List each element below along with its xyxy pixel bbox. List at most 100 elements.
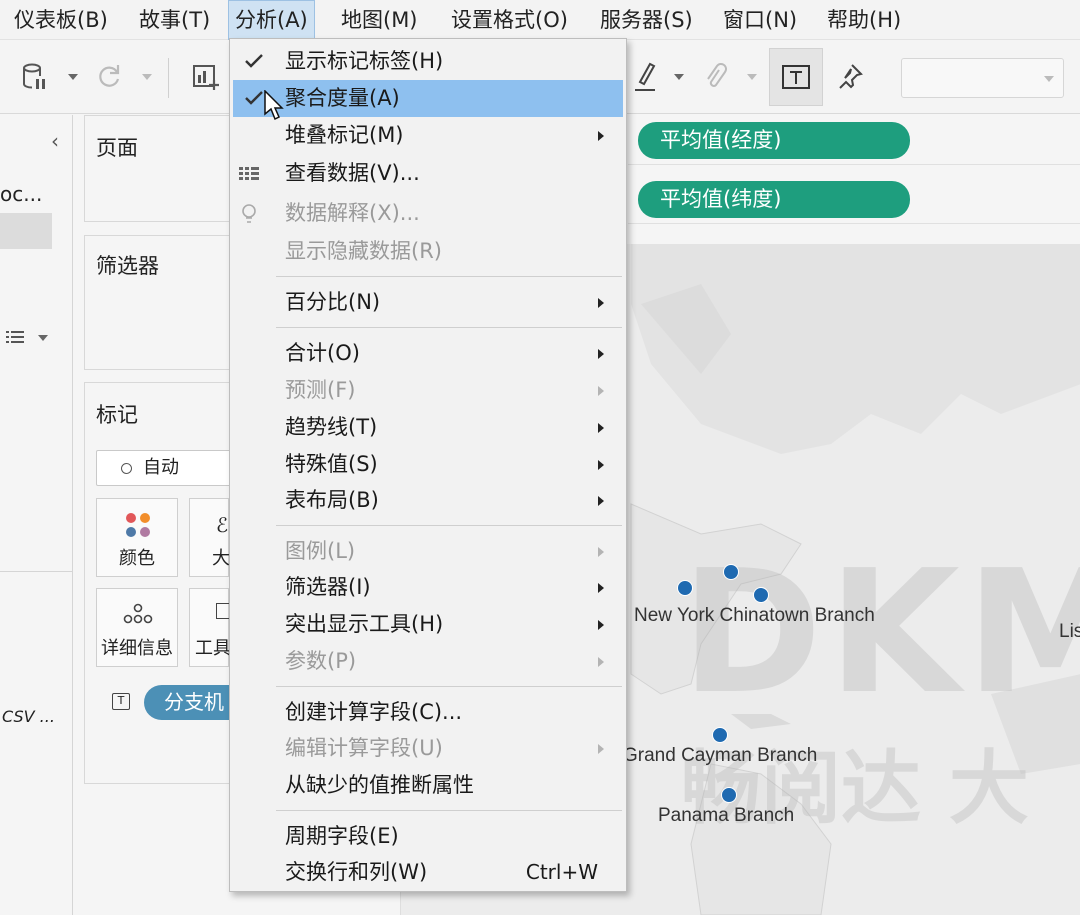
- menu-item-swap-rows-columns[interactable]: 交换行和列(W) Ctrl+W: [230, 854, 626, 891]
- menu-item-explain-data[interactable]: 数据解释(X)...: [230, 195, 626, 232]
- menu-item-label: 交换行和列(W): [285, 860, 428, 884]
- menu-item-label: 数据解释(X)...: [285, 201, 420, 225]
- filters-card[interactable]: 筛选器: [84, 235, 244, 370]
- highlight-icon[interactable]: [632, 60, 658, 94]
- pin-icon[interactable]: [838, 62, 864, 92]
- checkmark-icon: [245, 91, 263, 105]
- pages-card[interactable]: 页面: [84, 115, 244, 222]
- latitude-pill[interactable]: 平均值(纬度): [638, 181, 910, 218]
- submenu-arrow-icon: [598, 131, 604, 141]
- submenu-arrow-icon: [598, 496, 604, 506]
- list-view-icon[interactable]: [6, 329, 24, 343]
- menu-server[interactable]: 服务器(S): [600, 0, 693, 40]
- menu-item-infer-properties[interactable]: 从缺少的值推断属性: [230, 767, 626, 804]
- menu-help[interactable]: 帮助(H): [827, 0, 901, 40]
- size-button[interactable]: ℰ 大: [189, 498, 230, 577]
- chevron-down-icon[interactable]: [747, 74, 757, 80]
- submenu-arrow-icon: [598, 460, 604, 470]
- menu-item-filters[interactable]: 筛选器(I): [230, 569, 626, 606]
- menu-item-forecast[interactable]: 预测(F): [230, 372, 626, 409]
- tooltip-button[interactable]: 工具: [189, 588, 232, 667]
- map-point[interactable]: [723, 564, 739, 580]
- menu-item-aggregate-measures[interactable]: 聚合度量(A): [233, 80, 623, 117]
- lightbulb-icon: [242, 204, 256, 223]
- menu-item-show-hidden-data[interactable]: 显示隐藏数据(R): [230, 233, 626, 270]
- menu-item-label: 编辑计算字段(U): [285, 736, 443, 760]
- marks-title: 标记: [96, 403, 138, 427]
- menu-divider: [276, 327, 622, 328]
- menu-item-label: 趋势线(T): [285, 415, 378, 439]
- detail-button[interactable]: 详细信息: [96, 588, 178, 667]
- map-point[interactable]: [677, 580, 693, 596]
- menu-item-label: 显示标记标签(H): [285, 49, 444, 73]
- menu-item-label: 显示隐藏数据(R): [285, 239, 442, 263]
- menu-item-table-layout[interactable]: 表布局(B): [230, 482, 626, 519]
- map-point[interactable]: [753, 587, 769, 603]
- menu-item-label: 周期字段(E): [285, 824, 399, 848]
- menu-item-totals[interactable]: 合计(O): [230, 335, 626, 372]
- longitude-pill[interactable]: 平均值(经度): [638, 122, 910, 159]
- map-point[interactable]: [712, 727, 728, 743]
- menu-item-trend-lines[interactable]: 趋势线(T): [230, 409, 626, 446]
- map-label-new-york: New York Chinatown Branch: [634, 605, 875, 626]
- chevron-down-icon[interactable]: [142, 74, 152, 80]
- selected-datasource[interactable]: [0, 213, 52, 249]
- divider: [0, 571, 73, 572]
- menu-item-highlighters[interactable]: 突出显示工具(H): [230, 606, 626, 643]
- menu-item-edit-calculated-field[interactable]: 编辑计算字段(U): [230, 730, 626, 767]
- chevron-down-icon[interactable]: [68, 74, 78, 80]
- new-worksheet-icon[interactable]: [192, 62, 222, 92]
- chevron-down-icon[interactable]: [38, 335, 48, 341]
- submenu-arrow-icon: [598, 349, 604, 359]
- menu-item-special-values[interactable]: 特殊值(S): [230, 446, 626, 483]
- columns-shelf[interactable]: 平均值(经度): [628, 115, 1080, 165]
- collapse-panel-icon[interactable]: ‹: [51, 129, 59, 153]
- menu-dashboard[interactable]: 仪表板(B): [14, 0, 108, 40]
- menu-item-percentage[interactable]: 百分比(N): [230, 284, 626, 321]
- color-button[interactable]: 颜色: [96, 498, 178, 577]
- fit-dropdown[interactable]: [901, 58, 1064, 98]
- menu-analysis[interactable]: 分析(A): [228, 0, 315, 40]
- marks-type-dropdown[interactable]: 自动: [96, 450, 236, 486]
- menu-window[interactable]: 窗口(N): [723, 0, 797, 40]
- submenu-arrow-icon: [598, 620, 604, 630]
- menu-item-label: 图例(L): [285, 539, 356, 563]
- file-type-label: CSV ...: [2, 707, 55, 726]
- detail-dots-icon: [123, 603, 153, 624]
- datasource-pause-icon[interactable]: [22, 62, 48, 92]
- pages-title: 页面: [96, 136, 138, 160]
- toolbar-divider: [168, 58, 169, 98]
- menu-item-parameters[interactable]: 参数(P): [230, 643, 626, 680]
- chevron-down-icon[interactable]: [674, 74, 684, 80]
- menu-item-legends[interactable]: 图例(L): [230, 533, 626, 570]
- show-labels-icon[interactable]: [769, 48, 823, 106]
- datasource-label[interactable]: oc...: [0, 182, 42, 206]
- detail-label: 详细信息: [101, 638, 173, 659]
- tooltip-label: 工具: [195, 638, 231, 659]
- submenu-arrow-icon: [598, 386, 604, 396]
- submenu-arrow-icon: [598, 423, 604, 433]
- menu-item-label: 创建计算字段(C)...: [285, 700, 463, 724]
- rows-shelf[interactable]: 平均值(纬度): [628, 174, 1080, 224]
- filters-title: 筛选器: [96, 254, 159, 278]
- menu-item-show-mark-labels[interactable]: 显示标记标签(H): [230, 43, 626, 80]
- menu-map[interactable]: 地图(M): [341, 0, 418, 40]
- menu-item-stack-marks[interactable]: 堆叠标记(M): [230, 117, 626, 154]
- menu-story[interactable]: 故事(T): [139, 0, 210, 40]
- menu-item-label: 查看数据(V)...: [285, 161, 420, 185]
- menu-item-view-data[interactable]: 查看数据(V)...: [230, 155, 626, 192]
- menu-item-create-calculated-field[interactable]: 创建计算字段(C)...: [230, 694, 626, 731]
- map-label-grand-cayman: Grand Cayman Branch: [623, 745, 818, 766]
- size-icon: ℰ: [216, 513, 229, 537]
- submenu-arrow-icon: [598, 657, 604, 667]
- menu-item-cycle-fields[interactable]: 周期字段(E): [230, 818, 626, 855]
- menu-item-label: 预测(F): [285, 378, 356, 402]
- paperclip-icon[interactable]: [703, 62, 727, 92]
- refresh-icon[interactable]: [95, 62, 123, 90]
- menu-item-label: 特殊值(S): [285, 452, 378, 476]
- menu-format[interactable]: 设置格式(O): [451, 0, 568, 40]
- map-point[interactable]: [721, 787, 737, 803]
- submenu-arrow-icon: [598, 583, 604, 593]
- marks-type-label: 自动: [143, 457, 179, 478]
- menu-item-label: 百分比(N): [285, 290, 381, 314]
